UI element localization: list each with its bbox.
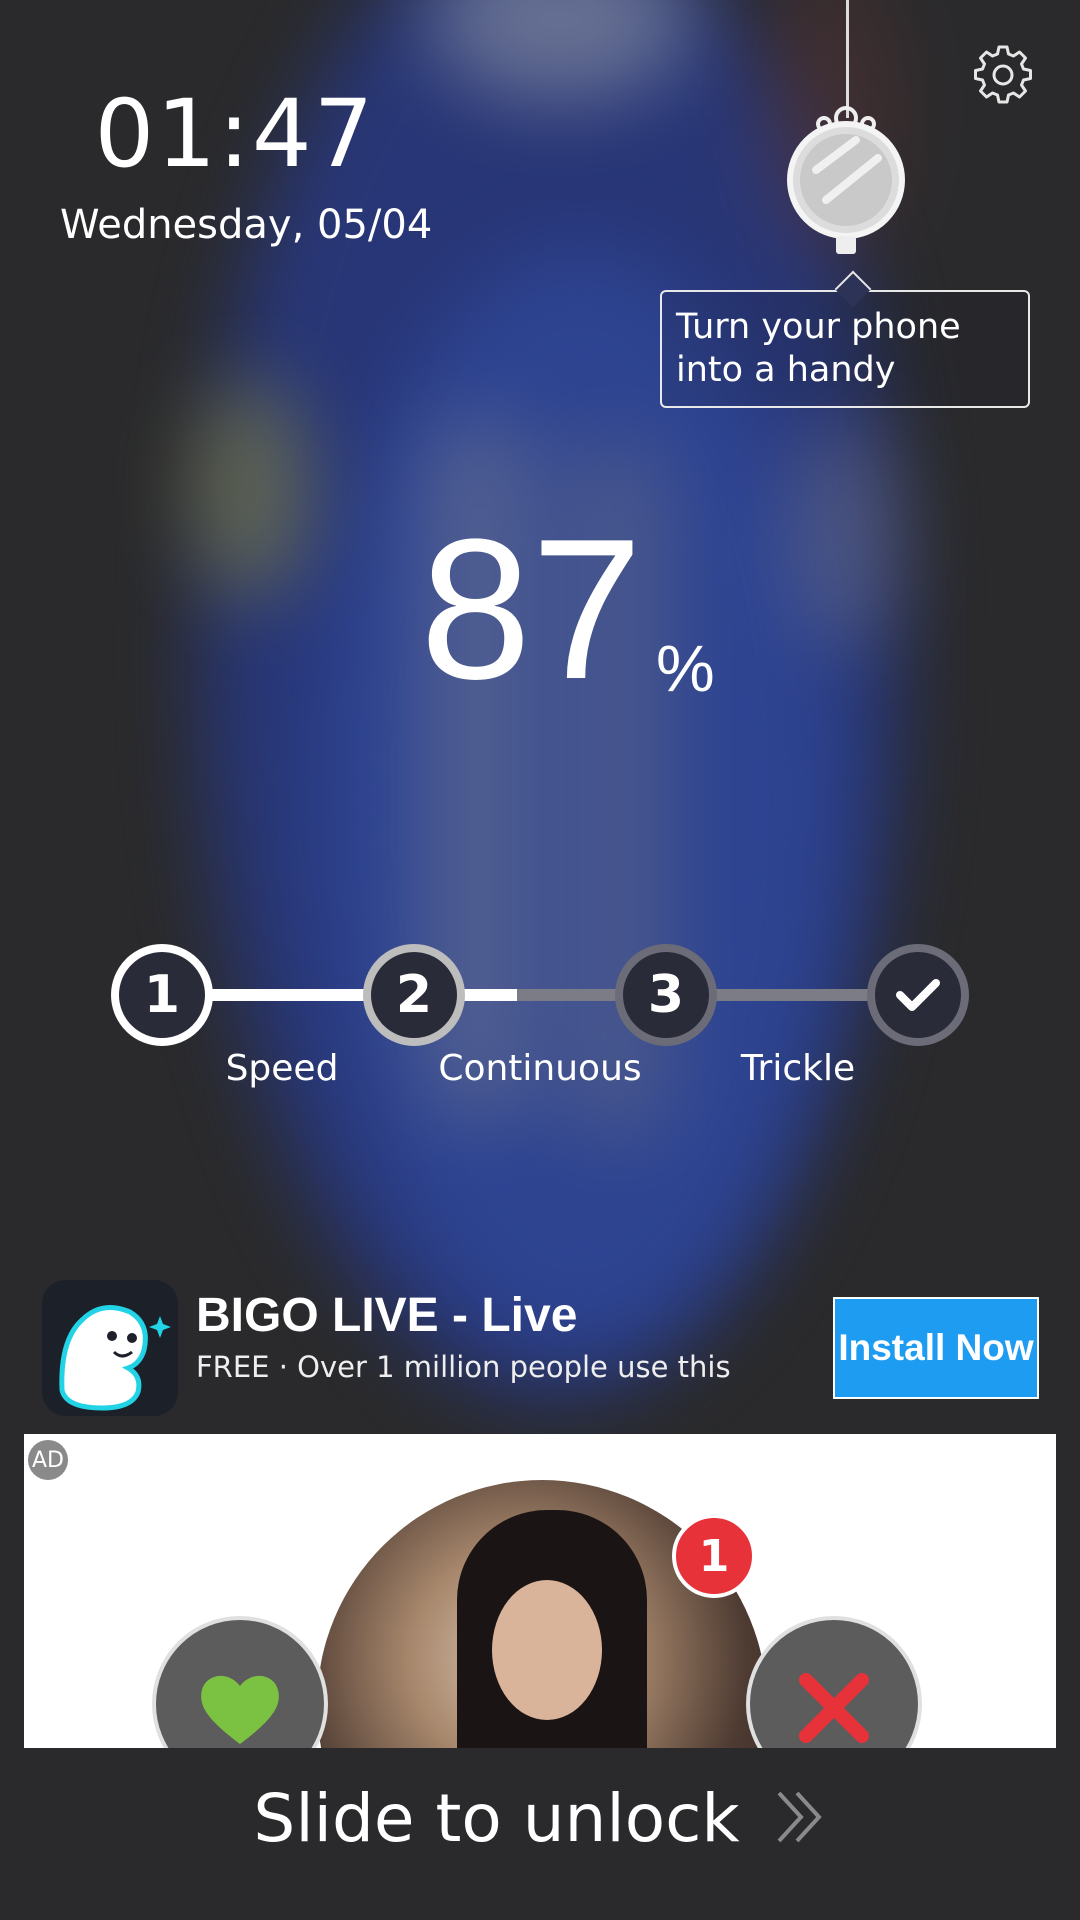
double-chevron-right-icon xyxy=(775,1784,827,1861)
step-label-trickle: Trickle xyxy=(740,1048,856,1089)
dislike-button[interactable] xyxy=(746,1616,922,1748)
step-2-circle: 2 xyxy=(363,944,465,1046)
battery-percent: 87 xyxy=(420,498,643,721)
charging-progress: 1 2 3 Speed Continuous Trickle xyxy=(0,940,1080,1090)
tooltip-line-2: into a handy xyxy=(676,350,896,390)
ad-app-row[interactable]: BIGO LIVE - Live FREE · Over 1 million p… xyxy=(40,1278,1040,1418)
ad-badge: AD xyxy=(28,1440,68,1480)
step-3-circle: 3 xyxy=(615,944,717,1046)
checkmark-icon xyxy=(896,979,940,1011)
mirror-icon[interactable] xyxy=(786,100,906,270)
ad-banner[interactable]: AD 1 xyxy=(24,1434,1056,1748)
step-label-continuous: Continuous xyxy=(438,1048,642,1089)
heart-icon xyxy=(201,1675,279,1744)
clock-date: Wednesday, 05/04 xyxy=(60,202,433,248)
notification-count-badge: 1 xyxy=(672,1514,756,1598)
like-button[interactable] xyxy=(152,1616,328,1748)
ad-title: BIGO LIVE - Live xyxy=(196,1289,578,1342)
bigo-app-icon[interactable] xyxy=(42,1280,178,1416)
progress-track-remaining xyxy=(517,989,917,1001)
close-icon xyxy=(799,1673,869,1743)
step-complete-circle xyxy=(867,944,969,1046)
battery-percent-unit: % xyxy=(656,631,715,705)
step-1-circle: 1 xyxy=(111,944,213,1046)
gear-icon[interactable] xyxy=(972,44,1034,106)
install-now-button[interactable]: Install Now xyxy=(833,1297,1039,1399)
slide-to-unlock[interactable]: Slide to unlock xyxy=(0,1780,1080,1861)
tooltip-line-1: Turn your phone xyxy=(676,307,961,347)
slide-to-unlock-label: Slide to unlock xyxy=(253,1780,740,1857)
clock-time: 01:47 xyxy=(94,80,376,189)
ad-subtitle: FREE · Over 1 million people use this xyxy=(196,1350,731,1384)
mirror-tooltip[interactable]: Turn your phone into a handy xyxy=(660,290,1030,408)
step-label-speed: Speed xyxy=(225,1048,339,1089)
